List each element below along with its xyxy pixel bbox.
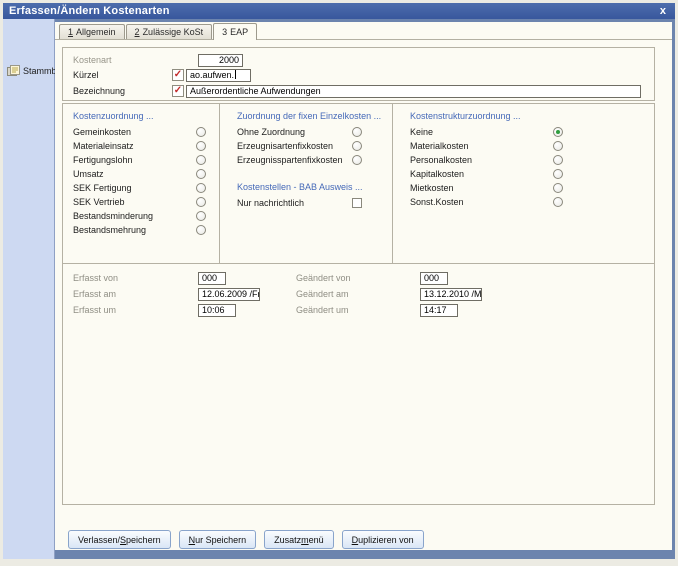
tab-zulaessige-kost[interactable]: 2 Zulässige KoSt (125, 24, 213, 39)
column-kostenstruktur: Kostenstrukturzuordnung ... Keine Materi… (393, 104, 655, 264)
geaendert-am-label: Geändert am (296, 289, 349, 299)
kuerzel-input[interactable]: ao.aufwen. (186, 69, 251, 82)
close-icon[interactable]: x (657, 5, 669, 17)
geaendert-um-input[interactable]: 14:17 (420, 304, 458, 317)
option-label: Erzeugnisspartenfixkosten (237, 155, 343, 165)
radio-erzeugnisspartenfixkosten[interactable] (352, 155, 362, 165)
bezeichnung-check-icon[interactable]: ✓ (172, 85, 184, 97)
radio-keine[interactable] (553, 127, 563, 137)
tab-zulaessige-kost-accesskey: 2 (134, 27, 140, 37)
option-label: SEK Vertrieb (73, 197, 125, 207)
erfasst-von-label: Erfasst von (73, 273, 119, 283)
window-titlebar: Erfassen/Ändern Kostenarten x (3, 3, 675, 19)
tab-eap[interactable]: 3 EAP (213, 23, 258, 40)
main-frame: 1 Allgemein 2 Zulässige KoSt 3 EAP Koste… (55, 19, 675, 559)
button-text: peichern (126, 534, 161, 545)
kostenart-input[interactable]: 2000 (198, 54, 243, 67)
geaendert-am-input[interactable]: 13.12.2010 /Mo (420, 288, 482, 301)
option-label: Materialkosten (410, 141, 469, 151)
stammblatt-icon (7, 65, 20, 77)
window-body: Stammblatt 1 Allgemein 2 Zulässige KoSt … (3, 19, 675, 559)
kuerzel-check-icon[interactable]: ✓ (172, 69, 184, 81)
radio-erzeugnisartenfixkosten[interactable] (352, 141, 362, 151)
button-text: enü (308, 534, 324, 545)
text-cursor (235, 70, 237, 79)
groupbox-assignments: Kostenzuordnung ... Gemeinkosten Materia… (62, 103, 655, 505)
tab-allgemein[interactable]: 1 Allgemein (59, 24, 125, 39)
tab-eap-label: EAP (230, 27, 249, 37)
radio-gemeinkosten[interactable] (196, 127, 206, 137)
option-label: Umsatz (73, 169, 104, 179)
radio-personalkosten[interactable] (553, 155, 563, 165)
option-label: Gemeinkosten (73, 127, 132, 137)
geaendert-um-label: Geändert um (296, 305, 349, 315)
tab-allgemein-accesskey: 1 (68, 27, 74, 37)
assignment-columns: Kostenzuordnung ... Gemeinkosten Materia… (63, 104, 654, 264)
sidebar: Stammblatt (3, 19, 69, 559)
radio-bestandsminderung[interactable] (196, 211, 206, 221)
button-accesskey: m (301, 534, 309, 545)
radio-sek-fertigung[interactable] (196, 183, 206, 193)
bab-heading: Kostenstellen - BAB Ausweis ... (237, 182, 363, 192)
checkbox-nur-nachrichtlich[interactable] (352, 198, 362, 208)
radio-kapitalkosten[interactable] (553, 169, 563, 179)
erfasst-um-label: Erfasst um (73, 305, 117, 315)
tab-eap-accesskey: 3 (222, 27, 228, 37)
option-label: Materialeinsatz (73, 141, 134, 151)
sidebar-item-stammblatt[interactable]: Stammblatt (3, 65, 69, 77)
erfasst-am-input[interactable]: 12.06.2009 /Fr (198, 288, 260, 301)
option-label: Keine (410, 127, 434, 137)
button-text: ur Speichern (195, 534, 247, 545)
kostenzuordnung-heading: Kostenzuordnung ... (73, 111, 154, 121)
erfasst-am-label: Erfasst am (73, 289, 117, 299)
tab-allgemein-label: Allgemein (76, 27, 116, 37)
nur-speichern-button[interactable]: Nur Speichern (178, 530, 257, 549)
radio-fertigungslohn[interactable] (196, 155, 206, 165)
button-text: uplizieren von (358, 534, 414, 545)
button-row: Verlassen/Speichern Nur Speichern Zusatz… (68, 530, 424, 549)
column-fixe-einzelkosten: Zuordnung der fixen Einzelkosten ... Ohn… (220, 104, 393, 264)
option-label: Bestandsmehrung (73, 225, 147, 235)
radio-materialkosten[interactable] (553, 141, 563, 151)
radio-sonst-kosten[interactable] (553, 197, 563, 207)
kuerzel-label: Kürzel (73, 70, 99, 80)
bezeichnung-label: Bezeichnung (73, 86, 126, 96)
radio-materialeinsatz[interactable] (196, 141, 206, 151)
button-text: Zusatz (274, 534, 302, 545)
option-label: Kapitalkosten (410, 169, 465, 179)
geaendert-von-input[interactable]: 000 (420, 272, 448, 285)
option-label: Nur nachrichtlich (237, 198, 305, 208)
option-label: Sonst.Kosten (410, 197, 464, 207)
bezeichnung-input[interactable]: Außerordentliche Aufwendungen (186, 85, 641, 98)
content-panel: 1 Allgemein 2 Zulässige KoSt 3 EAP Koste… (55, 22, 672, 550)
geaendert-von-label: Geändert von (296, 273, 351, 283)
zusatzmenu-button[interactable]: Zusatz m enü (264, 530, 334, 549)
erfasst-um-input[interactable]: 10:06 (198, 304, 236, 317)
option-label: Mietkosten (410, 183, 454, 193)
option-label: Fertigungslohn (73, 155, 133, 165)
option-label: Erzeugnisartenfixkosten (237, 141, 334, 151)
window-title: Erfassen/Ändern Kostenarten (9, 5, 170, 17)
tab-zulaessige-kost-label: Zulässige KoSt (142, 27, 204, 37)
option-label: Personalkosten (410, 155, 473, 165)
erfasst-von-input[interactable]: 000 (198, 272, 226, 285)
tab-strip: 1 Allgemein 2 Zulässige KoSt 3 EAP (55, 23, 672, 40)
option-label: Bestandsminderung (73, 211, 154, 221)
radio-mietkosten[interactable] (553, 183, 563, 193)
radio-sek-vertrieb[interactable] (196, 197, 206, 207)
radio-ohne-zuordnung[interactable] (352, 127, 362, 137)
option-label: Ohne Zuordnung (237, 127, 306, 137)
verlassen-speichern-button[interactable]: Verlassen/Speichern (68, 530, 171, 549)
groupbox-identification: Kostenart 2000 Kürzel ✓ ao.aufwen. Bezei… (62, 47, 655, 101)
radio-bestandsmehrung[interactable] (196, 225, 206, 235)
fixe-einzelkosten-heading: Zuordnung der fixen Einzelkosten ... (237, 111, 382, 121)
kostenstruktur-heading: Kostenstrukturzuordnung ... (410, 111, 521, 121)
app-window: Erfassen/Ändern Kostenarten x Stammblatt (3, 3, 675, 559)
option-label: SEK Fertigung (73, 183, 132, 193)
radio-umsatz[interactable] (196, 169, 206, 179)
button-text: Verlassen/ (78, 534, 121, 545)
column-kostenzuordnung: Kostenzuordnung ... Gemeinkosten Materia… (63, 104, 220, 264)
kostenart-label: Kostenart (73, 55, 112, 65)
duplizieren-von-button[interactable]: Duplizieren von (341, 530, 424, 549)
